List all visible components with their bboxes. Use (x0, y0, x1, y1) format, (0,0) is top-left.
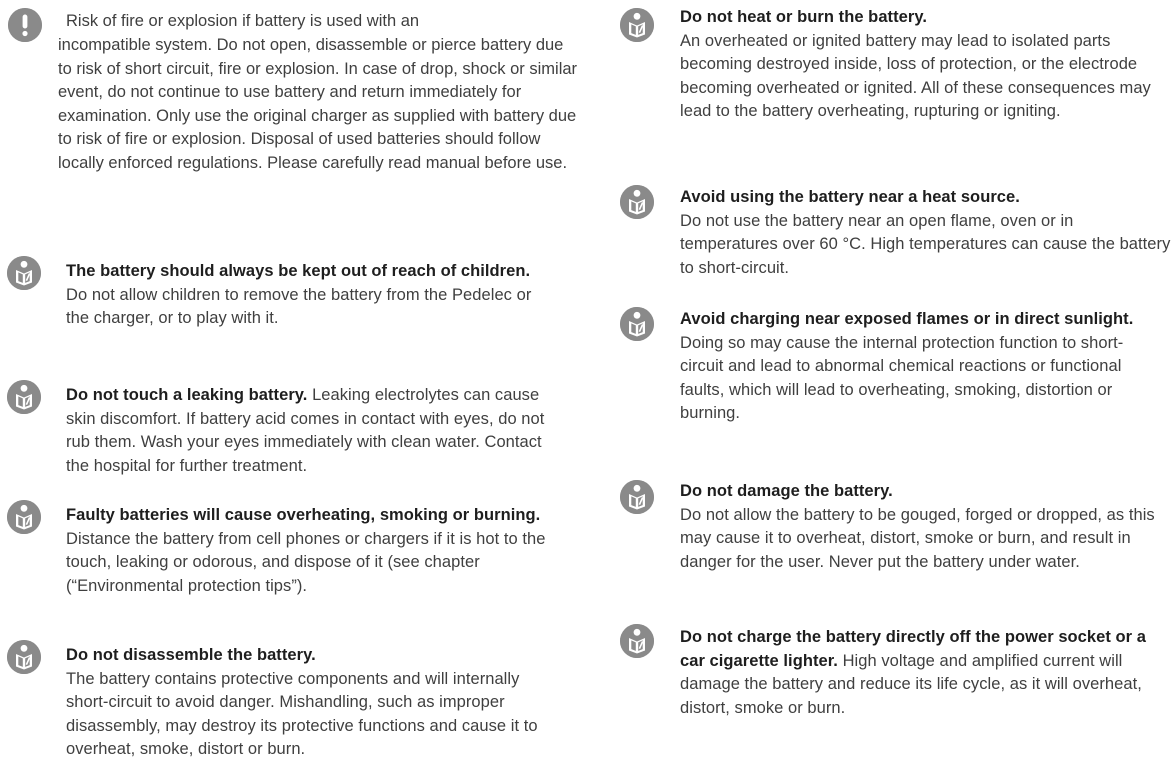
notice-body: The battery contains protective componen… (66, 669, 538, 759)
read-manual-icon (620, 185, 654, 219)
read-manual-icon (620, 8, 654, 42)
notice-children-text: The battery should always be kept out of… (66, 260, 551, 331)
notice-body: Distance the battery from cell phones or… (66, 529, 546, 595)
notice-heat-burn-text: Do not heat or burn the battery. An over… (680, 6, 1172, 124)
notice-faulty-text: Faulty batteries will cause overheating,… (66, 504, 558, 598)
notice-body: Doing so may cause the internal protecti… (680, 333, 1124, 423)
notice-leaking-text: Do not touch a leaking battery. Leaking … (66, 384, 554, 478)
notice-heat-source-text: Avoid using the battery near a heat sour… (680, 186, 1172, 280)
read-manual-icon (620, 307, 654, 341)
warning-line1: Risk of fire or explosion if battery is … (66, 12, 420, 30)
read-manual-icon (7, 640, 41, 674)
notice-charging-flames-text: Avoid charging near exposed flames or in… (680, 308, 1150, 426)
warning-text: incompatible system. Do not open, disass… (58, 36, 578, 172)
notice-title: Avoid charging near exposed flames or in… (680, 310, 1134, 328)
read-manual-icon (620, 480, 654, 514)
notice-damage-text: Do not damage the battery. Do not allow … (680, 480, 1174, 574)
notice-power-socket-text: Do not charge the battery directly off t… (680, 626, 1170, 720)
notice-title: Do not damage the battery. (680, 482, 893, 500)
notice-title: Do not disassemble the battery. (66, 646, 316, 664)
notice-title: Faulty batteries will cause overheating,… (66, 506, 541, 524)
notice-title: Avoid using the battery near a heat sour… (680, 188, 1020, 206)
notice-body: Do not use the battery near an open flam… (680, 211, 1171, 277)
read-manual-icon (620, 624, 654, 658)
notice-disassemble-text: Do not disassemble the battery. The batt… (66, 644, 566, 762)
read-manual-icon (7, 500, 41, 534)
exclamation-warning-icon (8, 8, 42, 42)
read-manual-icon (7, 256, 41, 290)
notice-title: The battery should always be kept out of… (66, 262, 531, 280)
notice-body: Do not allow children to remove the batt… (66, 285, 532, 328)
read-manual-icon (7, 380, 41, 414)
notice-body: Do not allow the battery to be gouged, f… (680, 505, 1155, 571)
notice-title: Do not heat or burn the battery. (680, 8, 927, 26)
notice-title: Do not touch a leaking battery. (66, 386, 308, 404)
notice-body: An overheated or ignited battery may lea… (680, 31, 1151, 121)
